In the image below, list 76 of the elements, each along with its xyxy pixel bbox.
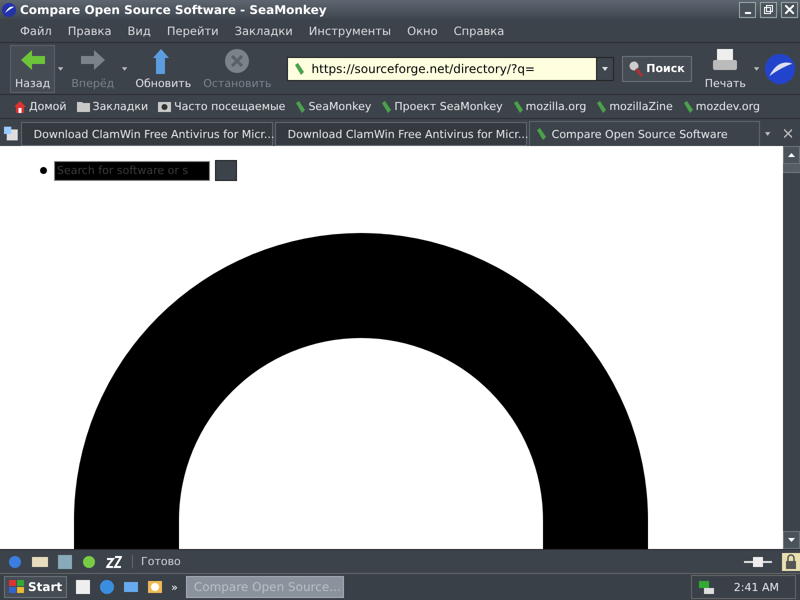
caret-icon[interactable] xyxy=(57,66,64,72)
menu-item[interactable]: Правка xyxy=(60,24,120,38)
bookmark-link[interactable]: Проект SeaMonkey xyxy=(381,100,503,113)
start-button[interactable]: Start xyxy=(4,576,68,598)
toolbar-button[interactable]: Назад xyxy=(10,44,56,92)
close-icon xyxy=(785,5,794,14)
browser-tab[interactable]: Download ClamWin Free Antivirus for Micr... xyxy=(274,122,527,146)
windows-logo-icon xyxy=(9,580,25,594)
folder-icon xyxy=(76,101,90,112)
bookmark-link[interactable]: Домой xyxy=(14,100,67,113)
clock: 2:41 AM xyxy=(734,580,779,594)
bookmark-tag-icon xyxy=(294,62,304,74)
new-tab-icon[interactable] xyxy=(4,126,19,142)
stop-icon xyxy=(224,48,250,74)
menu-item[interactable]: Окно xyxy=(399,24,446,38)
browser-tab[interactable]: Compare Open Source Software xyxy=(528,121,760,146)
house-icon xyxy=(14,100,26,112)
dropdown-button[interactable] xyxy=(596,58,614,80)
scroll-down-icon[interactable] xyxy=(788,538,795,542)
more-button[interactable]: » xyxy=(171,580,178,594)
print-button[interactable]: Печать xyxy=(700,44,751,92)
tab-list-icon[interactable] xyxy=(764,131,772,137)
address-book-icon[interactable] xyxy=(82,554,96,568)
menu-item[interactable]: Файл xyxy=(12,24,60,38)
composer-icon[interactable] xyxy=(58,554,72,568)
magnifier-icon xyxy=(629,60,644,76)
right-arrow-icon xyxy=(78,48,107,72)
address-field[interactable]: https://sourceforge.net/directory/?q= xyxy=(286,56,614,80)
close-tab-icon[interactable] xyxy=(784,129,792,138)
browser-tab[interactable]: Download ClamWin Free Antivirus for Micr... xyxy=(20,122,273,146)
minimize-icon xyxy=(744,12,750,14)
status-text: Готово xyxy=(132,555,734,568)
bookmark-tag-icon xyxy=(512,100,523,112)
mail-icon[interactable] xyxy=(123,579,140,595)
menu-item[interactable]: Закладки xyxy=(226,24,301,38)
bookmark-tag-icon xyxy=(295,100,306,112)
bookmark-tag-icon xyxy=(596,100,606,112)
restore-icon xyxy=(764,5,773,14)
bookmark-tag-icon xyxy=(536,128,546,140)
bookmark-link[interactable]: Часто посещаемые xyxy=(158,100,286,113)
bookmark-link[interactable]: SeaMonkey xyxy=(295,100,372,113)
bookmark-link[interactable]: mozilla.org xyxy=(512,100,586,113)
scrollbar-thumb[interactable] xyxy=(783,164,800,173)
notepad-icon[interactable] xyxy=(75,579,92,595)
connection-icon xyxy=(744,556,772,568)
left-arrow-icon xyxy=(18,48,47,72)
bookmark-link[interactable]: mozillaZine xyxy=(596,100,673,113)
vertical-scrollbar[interactable] xyxy=(783,146,800,549)
network-icon xyxy=(698,579,716,595)
padlock-icon xyxy=(782,552,800,570)
menu-item[interactable]: Перейти xyxy=(158,24,227,38)
bookmark-tag-icon xyxy=(682,100,693,112)
search-field[interactable]: Search for software or s xyxy=(54,160,210,180)
menu-item[interactable]: Справка xyxy=(446,24,512,38)
camera-folder-icon xyxy=(158,101,172,112)
bookmark-tag-icon xyxy=(381,100,392,112)
close-button[interactable] xyxy=(781,2,798,18)
toolbar-button[interactable]: Обновить xyxy=(130,44,196,92)
globe-icon[interactable] xyxy=(8,554,22,568)
restore-button[interactable] xyxy=(760,2,777,18)
list-bullet xyxy=(40,167,47,174)
scroll-up-icon[interactable] xyxy=(788,153,795,157)
search-button[interactable]: Поиск xyxy=(622,56,692,82)
caret-icon[interactable] xyxy=(752,66,760,72)
envelope-icon[interactable] xyxy=(32,556,48,568)
window-title: Compare Open Source Software - SeaMonkey xyxy=(20,2,328,16)
search-icon[interactable] xyxy=(147,579,164,595)
minimize-button[interactable] xyxy=(739,2,756,18)
menu-item[interactable]: Инструменты xyxy=(300,24,400,38)
caret-icon xyxy=(601,66,610,72)
bookmark-link[interactable]: Закладки xyxy=(76,100,148,113)
chat-icon[interactable] xyxy=(106,556,122,568)
bookmark-link[interactable]: mozdev.org xyxy=(682,100,760,113)
browser-icon[interactable] xyxy=(99,579,116,595)
menu-item[interactable]: Вид xyxy=(120,24,159,38)
seamonkey-logo-icon xyxy=(2,2,16,16)
